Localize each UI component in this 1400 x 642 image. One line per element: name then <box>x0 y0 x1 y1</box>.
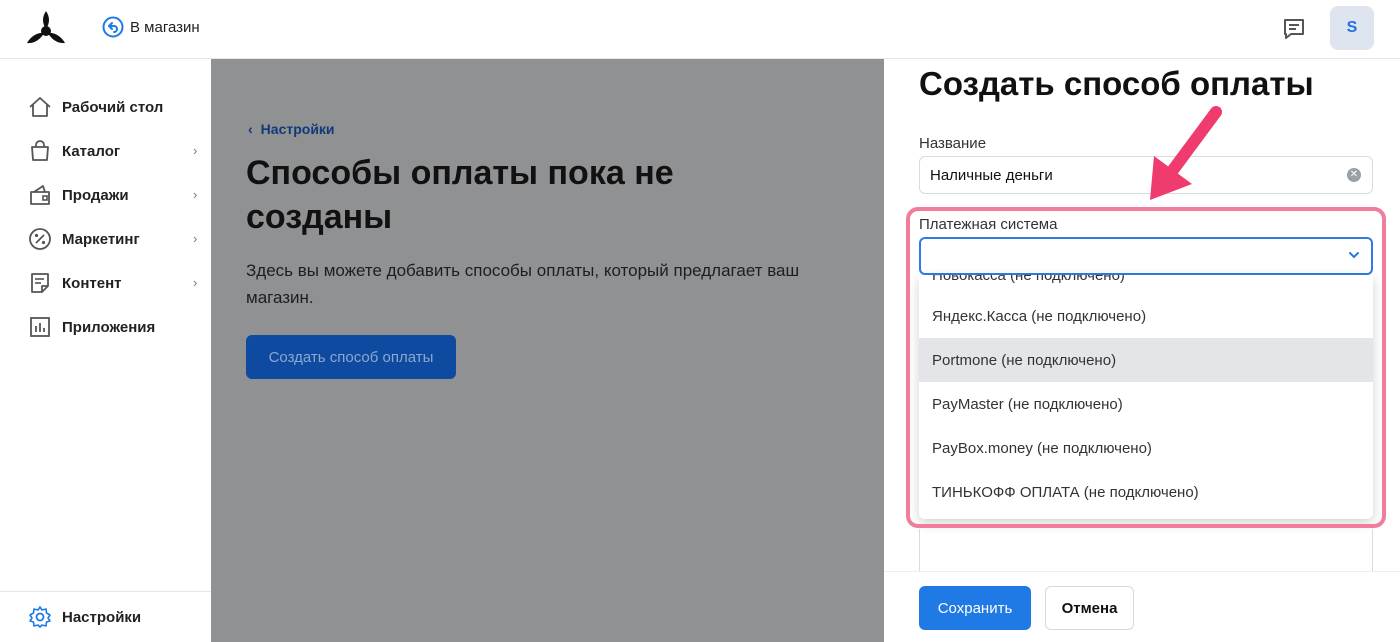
sidebar-item-label: Рабочий стол <box>62 98 164 116</box>
home-icon <box>29 97 51 117</box>
chevron-right-icon: › <box>193 275 198 290</box>
sidebar-item-catalog[interactable]: Каталог › <box>28 136 203 166</box>
payment-system-label: Платежная система <box>919 216 1058 233</box>
sidebar-item-label: Маркетинг <box>62 230 140 248</box>
dropdown-option[interactable]: PayBox.money (не подключено) <box>919 426 1373 470</box>
sidebar-item-label: Приложения <box>62 318 156 336</box>
sidebar: Рабочий стол Каталог › Продажи › Маркети… <box>0 59 211 642</box>
name-input-value: Наличные деньги <box>930 166 1053 184</box>
sidebar-item-label: Каталог <box>62 142 121 160</box>
back-to-store-label: В магазин <box>130 18 200 36</box>
top-bar: В магазин S <box>0 0 1400 59</box>
create-payment-panel: Создать способ оплаты Название Наличные … <box>884 59 1400 642</box>
document-icon <box>31 273 49 293</box>
panel-footer: Сохранить Отмена <box>884 571 1400 642</box>
dropdown-option[interactable]: Новокасса (не подключено) <box>932 275 1125 284</box>
percent-icon <box>29 228 51 250</box>
name-input[interactable]: Наличные деньги ✕ <box>919 156 1373 194</box>
sidebar-item-sales[interactable]: Продажи › <box>28 180 203 210</box>
cancel-button[interactable]: Отмена <box>1045 586 1134 630</box>
chart-icon <box>30 317 50 337</box>
panel-title: Создать способ оплаты <box>919 65 1314 102</box>
chevron-right-icon: › <box>193 231 198 246</box>
chat-icon[interactable] <box>1280 15 1308 43</box>
gear-icon <box>29 606 51 628</box>
back-arrow-icon <box>102 16 124 38</box>
name-field-label: Название <box>919 135 987 152</box>
avatar[interactable]: S <box>1330 6 1374 50</box>
dropdown-option[interactable]: ТИНЬКОФФ ОПЛАТА (не подключено) <box>919 470 1373 514</box>
back-to-store-link[interactable]: В магазин <box>102 16 200 38</box>
clear-icon[interactable]: ✕ <box>1347 168 1361 182</box>
sidebar-item-content[interactable]: Контент › <box>28 268 203 298</box>
sidebar-item-marketing[interactable]: Маркетинг › <box>28 224 203 254</box>
dropdown-option[interactable]: Яндекс.Касса (не подключено) <box>919 294 1373 338</box>
breadcrumb[interactable]: ‹ Настройки <box>248 121 335 137</box>
bag-icon <box>31 140 49 161</box>
sidebar-item-label: Настройки <box>62 608 142 626</box>
sidebar-item-apps[interactable]: Приложения <box>28 312 203 342</box>
payment-system-select[interactable] <box>919 237 1373 275</box>
payment-system-dropdown: Новокасса (не подключено) Яндекс.Касса (… <box>919 275 1373 519</box>
sidebar-item-dashboard[interactable]: Рабочий стол <box>28 92 203 122</box>
chevron-left-icon: ‹ <box>248 121 253 137</box>
breadcrumb-label: Настройки <box>260 121 335 137</box>
sidebar-item-settings[interactable]: Настройки <box>28 602 203 632</box>
dropdown-option[interactable]: Portmone (не подключено) <box>919 338 1373 382</box>
logo-icon[interactable] <box>25 9 67 47</box>
chevron-right-icon: › <box>193 187 198 202</box>
sidebar-footer: Настройки <box>0 591 211 642</box>
chevron-down-icon <box>1349 252 1359 259</box>
page-description: Здесь вы можете добавить способы оплаты,… <box>246 261 800 307</box>
sidebar-item-label: Продажи <box>62 186 129 204</box>
create-payment-method-button[interactable]: Создать способ оплаты <box>246 335 456 379</box>
main-content-overlay: ‹ Настройки Способы оплаты пока не созда… <box>211 59 884 642</box>
sidebar-item-label: Контент <box>62 274 122 292</box>
chevron-right-icon: › <box>193 143 198 158</box>
dropdown-option[interactable]: PayMaster (не подключено) <box>919 382 1373 426</box>
save-button[interactable]: Сохранить <box>919 586 1031 630</box>
sales-icon <box>30 185 50 205</box>
page-title: Способы оплаты пока не созданы <box>246 154 674 236</box>
